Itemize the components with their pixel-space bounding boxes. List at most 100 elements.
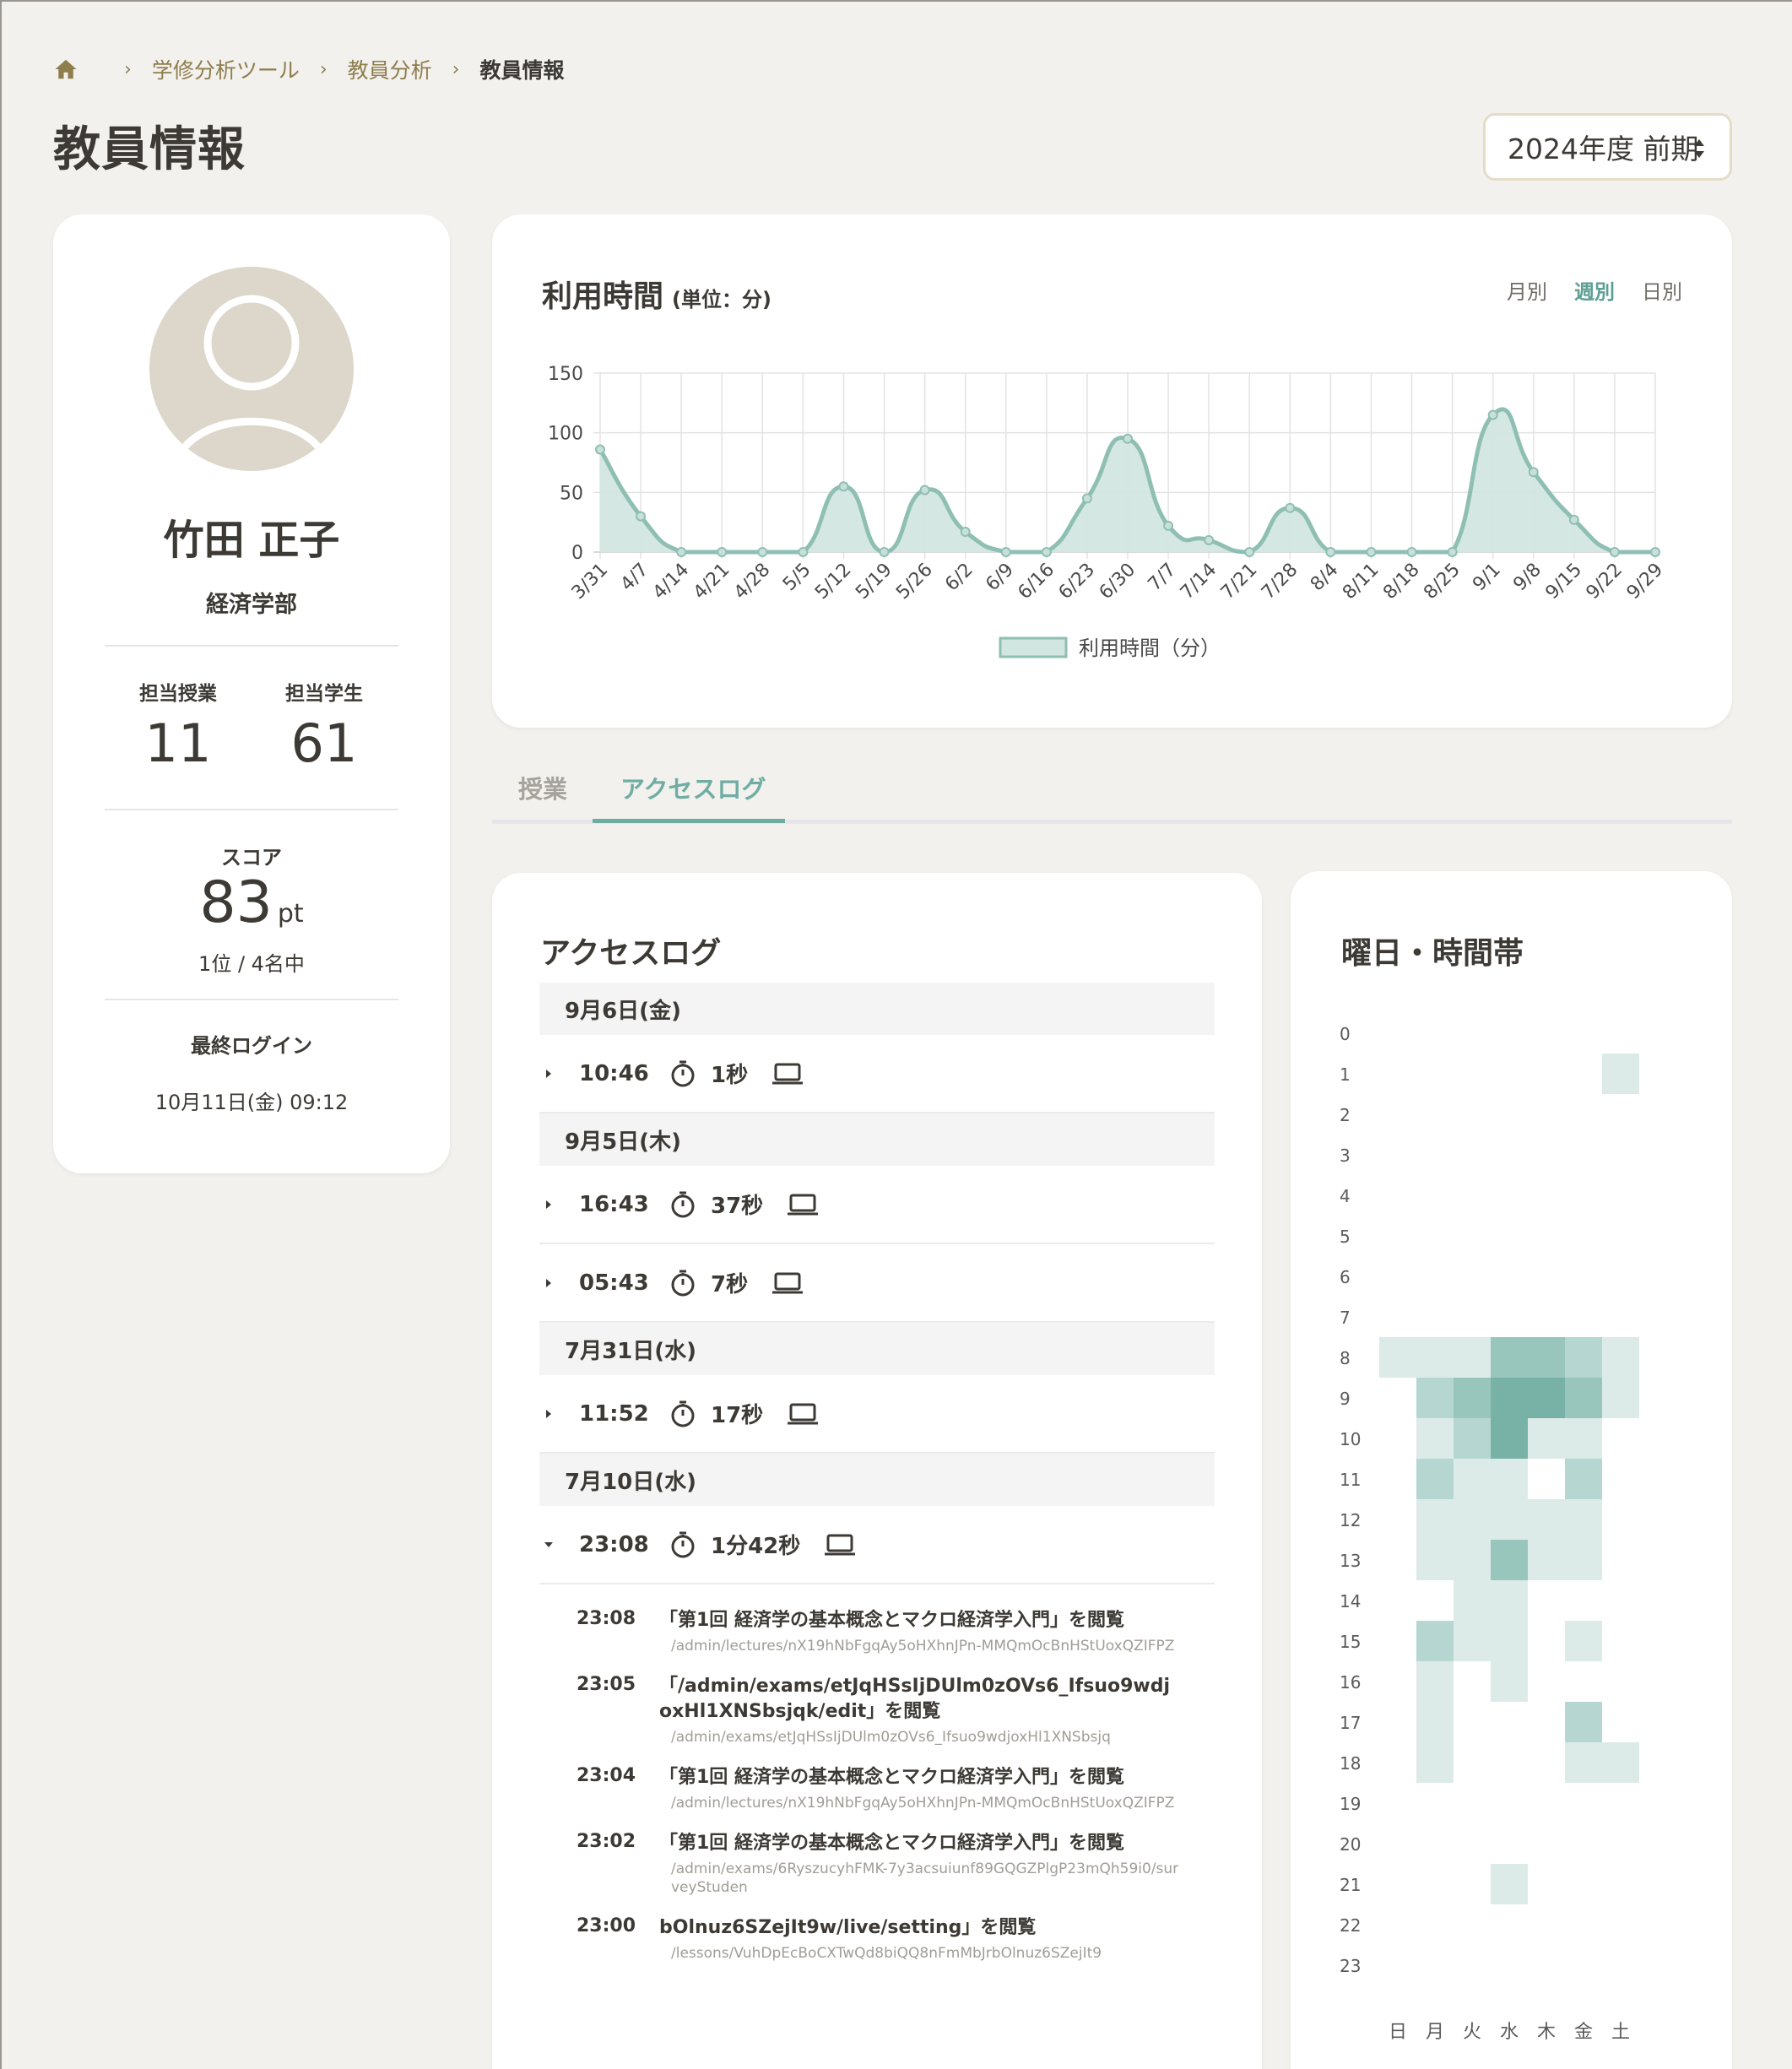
data-point[interactable] [838,481,849,492]
heatmap-cell[interactable] [1454,1459,1491,1499]
heatmap-cell[interactable] [1416,1742,1454,1783]
detail-title[interactable]: 「第1回 経済学の基本概念とマクロ経済学入門」を閲覧 [659,1831,1181,1856]
heatmap-cell[interactable] [1565,1742,1602,1783]
heatmap-cell[interactable] [1416,1337,1454,1378]
heatmap-cell[interactable] [1454,1337,1491,1378]
heatmap-cell[interactable] [1416,1661,1454,1702]
heatmap-cell[interactable] [1528,1499,1565,1540]
detail-title[interactable]: bOlnuz6SZejIt9w/live/setting」を閲覧 [659,1915,1181,1941]
data-point[interactable] [1568,514,1579,525]
heatmap-cell[interactable] [1416,1499,1454,1540]
term-select[interactable]: 2024年度 前期 [1483,113,1732,181]
heatmap-cell[interactable] [1565,1499,1602,1540]
period-tab-weekly[interactable]: 週別 [1574,275,1615,305]
heatmap-cell[interactable] [1565,1459,1602,1499]
log-session-row[interactable]: 05:43 7秒 [539,1244,1215,1323]
heatmap-cell[interactable] [1565,1702,1602,1742]
heatmap-cell[interactable] [1491,1499,1528,1540]
heatmap-cell[interactable] [1416,1418,1454,1459]
data-point[interactable] [636,511,647,522]
heatmap-cell[interactable] [1602,1742,1639,1783]
heatmap-cell[interactable] [1565,1378,1602,1418]
data-point[interactable] [1244,547,1255,557]
heatmap-cell[interactable] [1528,1540,1565,1580]
log-session-row[interactable]: 10:46 1秒 [539,1035,1215,1113]
data-point[interactable] [717,547,728,557]
heatmap-cell[interactable] [1491,1661,1528,1702]
heatmap-cell[interactable] [1416,1459,1454,1499]
data-point[interactable] [676,547,687,557]
detail-title[interactable]: 「第1回 経済学の基本概念とマクロ経済学入門」を閲覧 [659,1608,1181,1633]
heatmap-cell[interactable] [1602,1337,1639,1378]
tab-access-log[interactable]: アクセスログ [620,768,766,824]
data-point[interactable] [1123,433,1133,444]
tab-classes[interactable]: 授業 [518,768,567,824]
data-point[interactable] [798,547,809,557]
data-point[interactable] [919,485,930,496]
heatmap-cell[interactable] [1491,1378,1528,1418]
heatmap-cell[interactable] [1491,1540,1528,1580]
heatmap-cell[interactable] [1491,1621,1528,1661]
log-session-row[interactable]: 16:43 37秒 [539,1166,1215,1244]
heatmap-cell[interactable] [1491,1864,1528,1904]
heatmap-cell[interactable] [1416,1621,1454,1661]
log-session-row[interactable]: 23:08 1分42秒 [539,1506,1215,1584]
caret-right-icon[interactable] [544,1069,554,1079]
data-point[interactable] [1650,547,1660,557]
data-point[interactable] [1447,547,1458,557]
heatmap-cell[interactable] [1528,1378,1565,1418]
data-point[interactable] [1163,520,1174,531]
heatmap-cell[interactable] [1416,1540,1454,1580]
data-point[interactable] [1406,547,1417,557]
heatmap-cell[interactable] [1454,1378,1491,1418]
detail-title[interactable]: 「/admin/exams/etJqHSsIjDUlm0zOVs6_Ifsuo9… [659,1674,1181,1725]
heatmap-cell[interactable] [1454,1621,1491,1661]
caret-right-icon[interactable] [544,1278,554,1288]
detail-time: 23:04 [577,1765,636,1786]
data-point[interactable] [1528,467,1539,478]
heatmap-cell[interactable] [1491,1459,1528,1499]
data-point[interactable] [595,444,605,455]
caret-down-icon[interactable] [544,1540,554,1550]
heatmap-cell[interactable] [1379,1337,1416,1378]
caret-right-icon[interactable] [544,1200,554,1210]
data-point[interactable] [1081,493,1092,504]
heatmap-cell[interactable] [1454,1418,1491,1459]
heatmap-cell[interactable] [1454,1540,1491,1580]
heatmap-cell[interactable] [1491,1337,1528,1378]
chart-legend[interactable]: 利用時間（分） [999,636,1221,660]
data-point[interactable] [1609,547,1620,557]
data-point[interactable] [1041,547,1052,557]
heatmap-cell[interactable] [1491,1418,1528,1459]
heatmap-cell[interactable] [1528,1418,1565,1459]
data-point[interactable] [757,547,768,557]
caret-right-icon[interactable] [544,1409,554,1419]
detail-title[interactable]: 「第1回 経済学の基本概念とマクロ経済学入門」を閲覧 [659,1765,1181,1790]
breadcrumb-item-faculty-analysis[interactable]: 教員分析 [348,54,432,84]
heatmap-cell[interactable] [1565,1540,1602,1580]
period-tab-daily[interactable]: 日別 [1642,275,1682,305]
data-point[interactable] [879,547,890,557]
log-session-row[interactable]: 11:52 17秒 [539,1375,1215,1454]
heatmap-cell[interactable] [1454,1499,1491,1540]
heatmap-cell[interactable] [1602,1378,1639,1418]
heatmap-cell[interactable] [1416,1378,1454,1418]
home-icon[interactable] [53,57,79,82]
heatmap-cell[interactable] [1416,1702,1454,1742]
data-point[interactable] [960,526,971,537]
data-point[interactable] [1204,534,1215,545]
data-point[interactable] [1487,409,1498,420]
heatmap-cell[interactable] [1528,1337,1565,1378]
heatmap-cell[interactable] [1602,1053,1639,1094]
period-tab-monthly[interactable]: 月別 [1507,275,1547,305]
data-point[interactable] [1000,547,1011,557]
heatmap-cell[interactable] [1565,1621,1602,1661]
heatmap-cell[interactable] [1565,1418,1602,1459]
data-point[interactable] [1366,547,1377,557]
heatmap-cell[interactable] [1565,1337,1602,1378]
data-point[interactable] [1285,502,1296,513]
heatmap-cell[interactable] [1491,1580,1528,1621]
heatmap-cell[interactable] [1454,1580,1491,1621]
breadcrumb-item-tool[interactable]: 学修分析ツール [152,54,300,84]
data-point[interactable] [1325,547,1336,557]
